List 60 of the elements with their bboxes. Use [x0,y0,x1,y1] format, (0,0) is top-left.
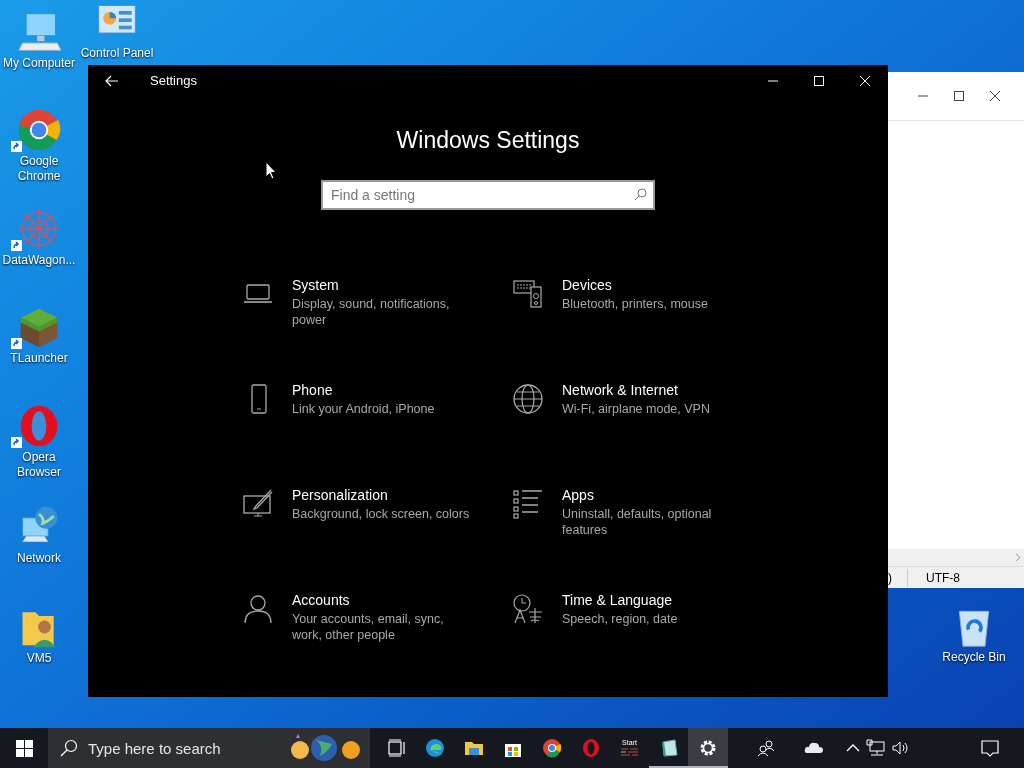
window-title: Settings [150,72,198,91]
devices-icon [512,277,544,310]
category-description: Speech, region, date [562,610,679,627]
category-description: Uninstall, defaults, optional features [562,505,713,538]
settings-icon [698,738,718,758]
close-icon[interactable] [860,76,870,86]
notification-icon[interactable] [980,738,1000,758]
maximize-icon[interactable] [814,76,824,86]
search-icon [634,187,647,201]
time-icon [512,592,544,625]
category-title[interactable]: System [292,275,470,294]
page-heading: Windows Settings [395,126,581,155]
category-title[interactable]: Accounts [292,590,470,609]
category-description: Link your Android, iPhone [292,400,436,417]
taskbar-app-button[interactable] [688,728,728,768]
horizontal-scrollbar[interactable] [888,549,1024,566]
desktop-icon-label: Recycle Bin [941,650,1007,665]
colored-lines-icon [619,747,640,757]
category-description: Display, sound, notifications, power [292,295,451,328]
computer-icon[interactable] [17,10,61,54]
category-description: Wi-Fi, airplane mode, VPN [562,400,711,417]
edge-logo-icon [424,738,445,758]
chrome-logo-icon [541,738,562,758]
category-title[interactable]: Network & Internet [562,380,740,399]
category-title[interactable]: Phone [292,380,470,399]
back-arrow-icon[interactable] [105,75,119,87]
taskbar-search-field[interactable]: Type here to search [48,728,370,768]
snowflake-icon[interactable] [17,207,61,251]
maximize-icon [954,91,964,101]
desktop-icon-label: Control Panel [79,46,155,61]
desktop-icon-label: Network [16,551,62,566]
opera-logo-icon [580,738,601,758]
desktop-icon-label: VM5 [25,651,53,666]
apps-icon [512,487,544,520]
mouse-cursor-icon [265,161,277,180]
desktop-icon-label: TLauncher [9,351,69,366]
category-description: Background, lock screen, colors [292,505,470,522]
desktop-icon-label: My Computer [2,56,76,71]
windows-logo-icon[interactable] [15,739,33,757]
category-description: Your accounts, email, sync, work, other people [292,610,445,643]
brush-icon [242,487,274,520]
network-icon[interactable] [866,738,886,758]
task-view-icon [385,738,406,758]
desktop-icon-label: DataWagon... [1,253,77,268]
scroll-right-icon [1015,553,1021,562]
desktop-icon-label: Google Chrome [16,154,62,184]
category-description: Bluetooth, printers, mouse [562,295,709,312]
chrome-logo-icon[interactable] [17,108,61,152]
search-icon [60,739,78,757]
category-title[interactable]: Personalization [292,485,470,504]
people-icon[interactable] [756,738,776,758]
close-icon [990,91,1000,101]
category-title[interactable]: Devices [562,275,740,294]
status-bar-text: UTF-8 [925,569,960,587]
globe-icon [512,382,544,415]
desktop-icon-label: Opera Browser [16,450,62,480]
person-icon [242,592,274,625]
category-title[interactable]: Time & Language [562,590,740,609]
category-title[interactable]: Apps [562,485,740,504]
search-field[interactable]: Find a setting [321,179,655,210]
